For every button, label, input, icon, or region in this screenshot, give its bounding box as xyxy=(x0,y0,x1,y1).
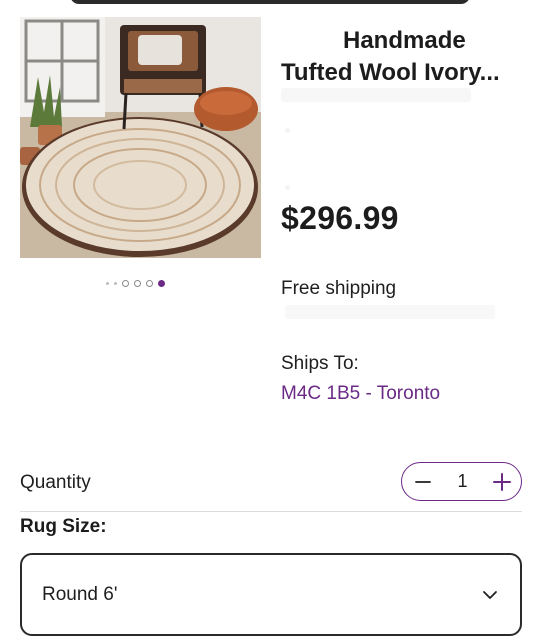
chevron-down-icon xyxy=(483,590,497,599)
product-image[interactable] xyxy=(20,17,261,258)
gallery-dot[interactable] xyxy=(134,279,141,287)
rug-size-select[interactable]: Round 6' xyxy=(20,553,522,636)
product-title-line2: Tufted Wool Ivory... xyxy=(281,59,500,86)
product-title-line1: Handmade xyxy=(343,27,466,54)
rug-size-label: Rug Size: xyxy=(20,516,107,537)
minus-icon xyxy=(415,480,431,483)
rug-photo-illustration xyxy=(20,17,261,258)
decrement-button[interactable] xyxy=(412,471,434,493)
ship-location-link[interactable]: M4C 1B5 - Toronto xyxy=(281,383,440,405)
gallery-dot[interactable] xyxy=(106,281,109,285)
product-title[interactable]: Handmade Tufted Wool Ivory... xyxy=(281,25,531,89)
faded-placeholder xyxy=(285,128,290,133)
quantity-value[interactable]: 1 xyxy=(448,471,478,492)
plus-icon xyxy=(493,472,511,491)
top-handle-bar xyxy=(70,0,470,4)
quantity-stepper[interactable]: 1 xyxy=(401,462,522,501)
faded-placeholder xyxy=(285,305,495,319)
product-price: $296.99 xyxy=(281,200,399,236)
faded-placeholder xyxy=(281,88,471,102)
gallery-pagination[interactable] xyxy=(106,278,165,288)
ships-to-label: Ships To: xyxy=(281,353,359,374)
gallery-dot[interactable] xyxy=(122,279,129,287)
gallery-dot[interactable] xyxy=(114,281,117,285)
gallery-dot[interactable] xyxy=(146,279,153,287)
faded-placeholder xyxy=(285,185,290,190)
divider xyxy=(20,511,522,512)
gallery-dot-active[interactable] xyxy=(158,279,165,287)
free-shipping-label: Free shipping xyxy=(281,278,397,299)
rug-size-selected-value: Round 6' xyxy=(42,583,118,605)
increment-button[interactable] xyxy=(491,471,513,493)
quantity-label: Quantity xyxy=(20,472,91,493)
